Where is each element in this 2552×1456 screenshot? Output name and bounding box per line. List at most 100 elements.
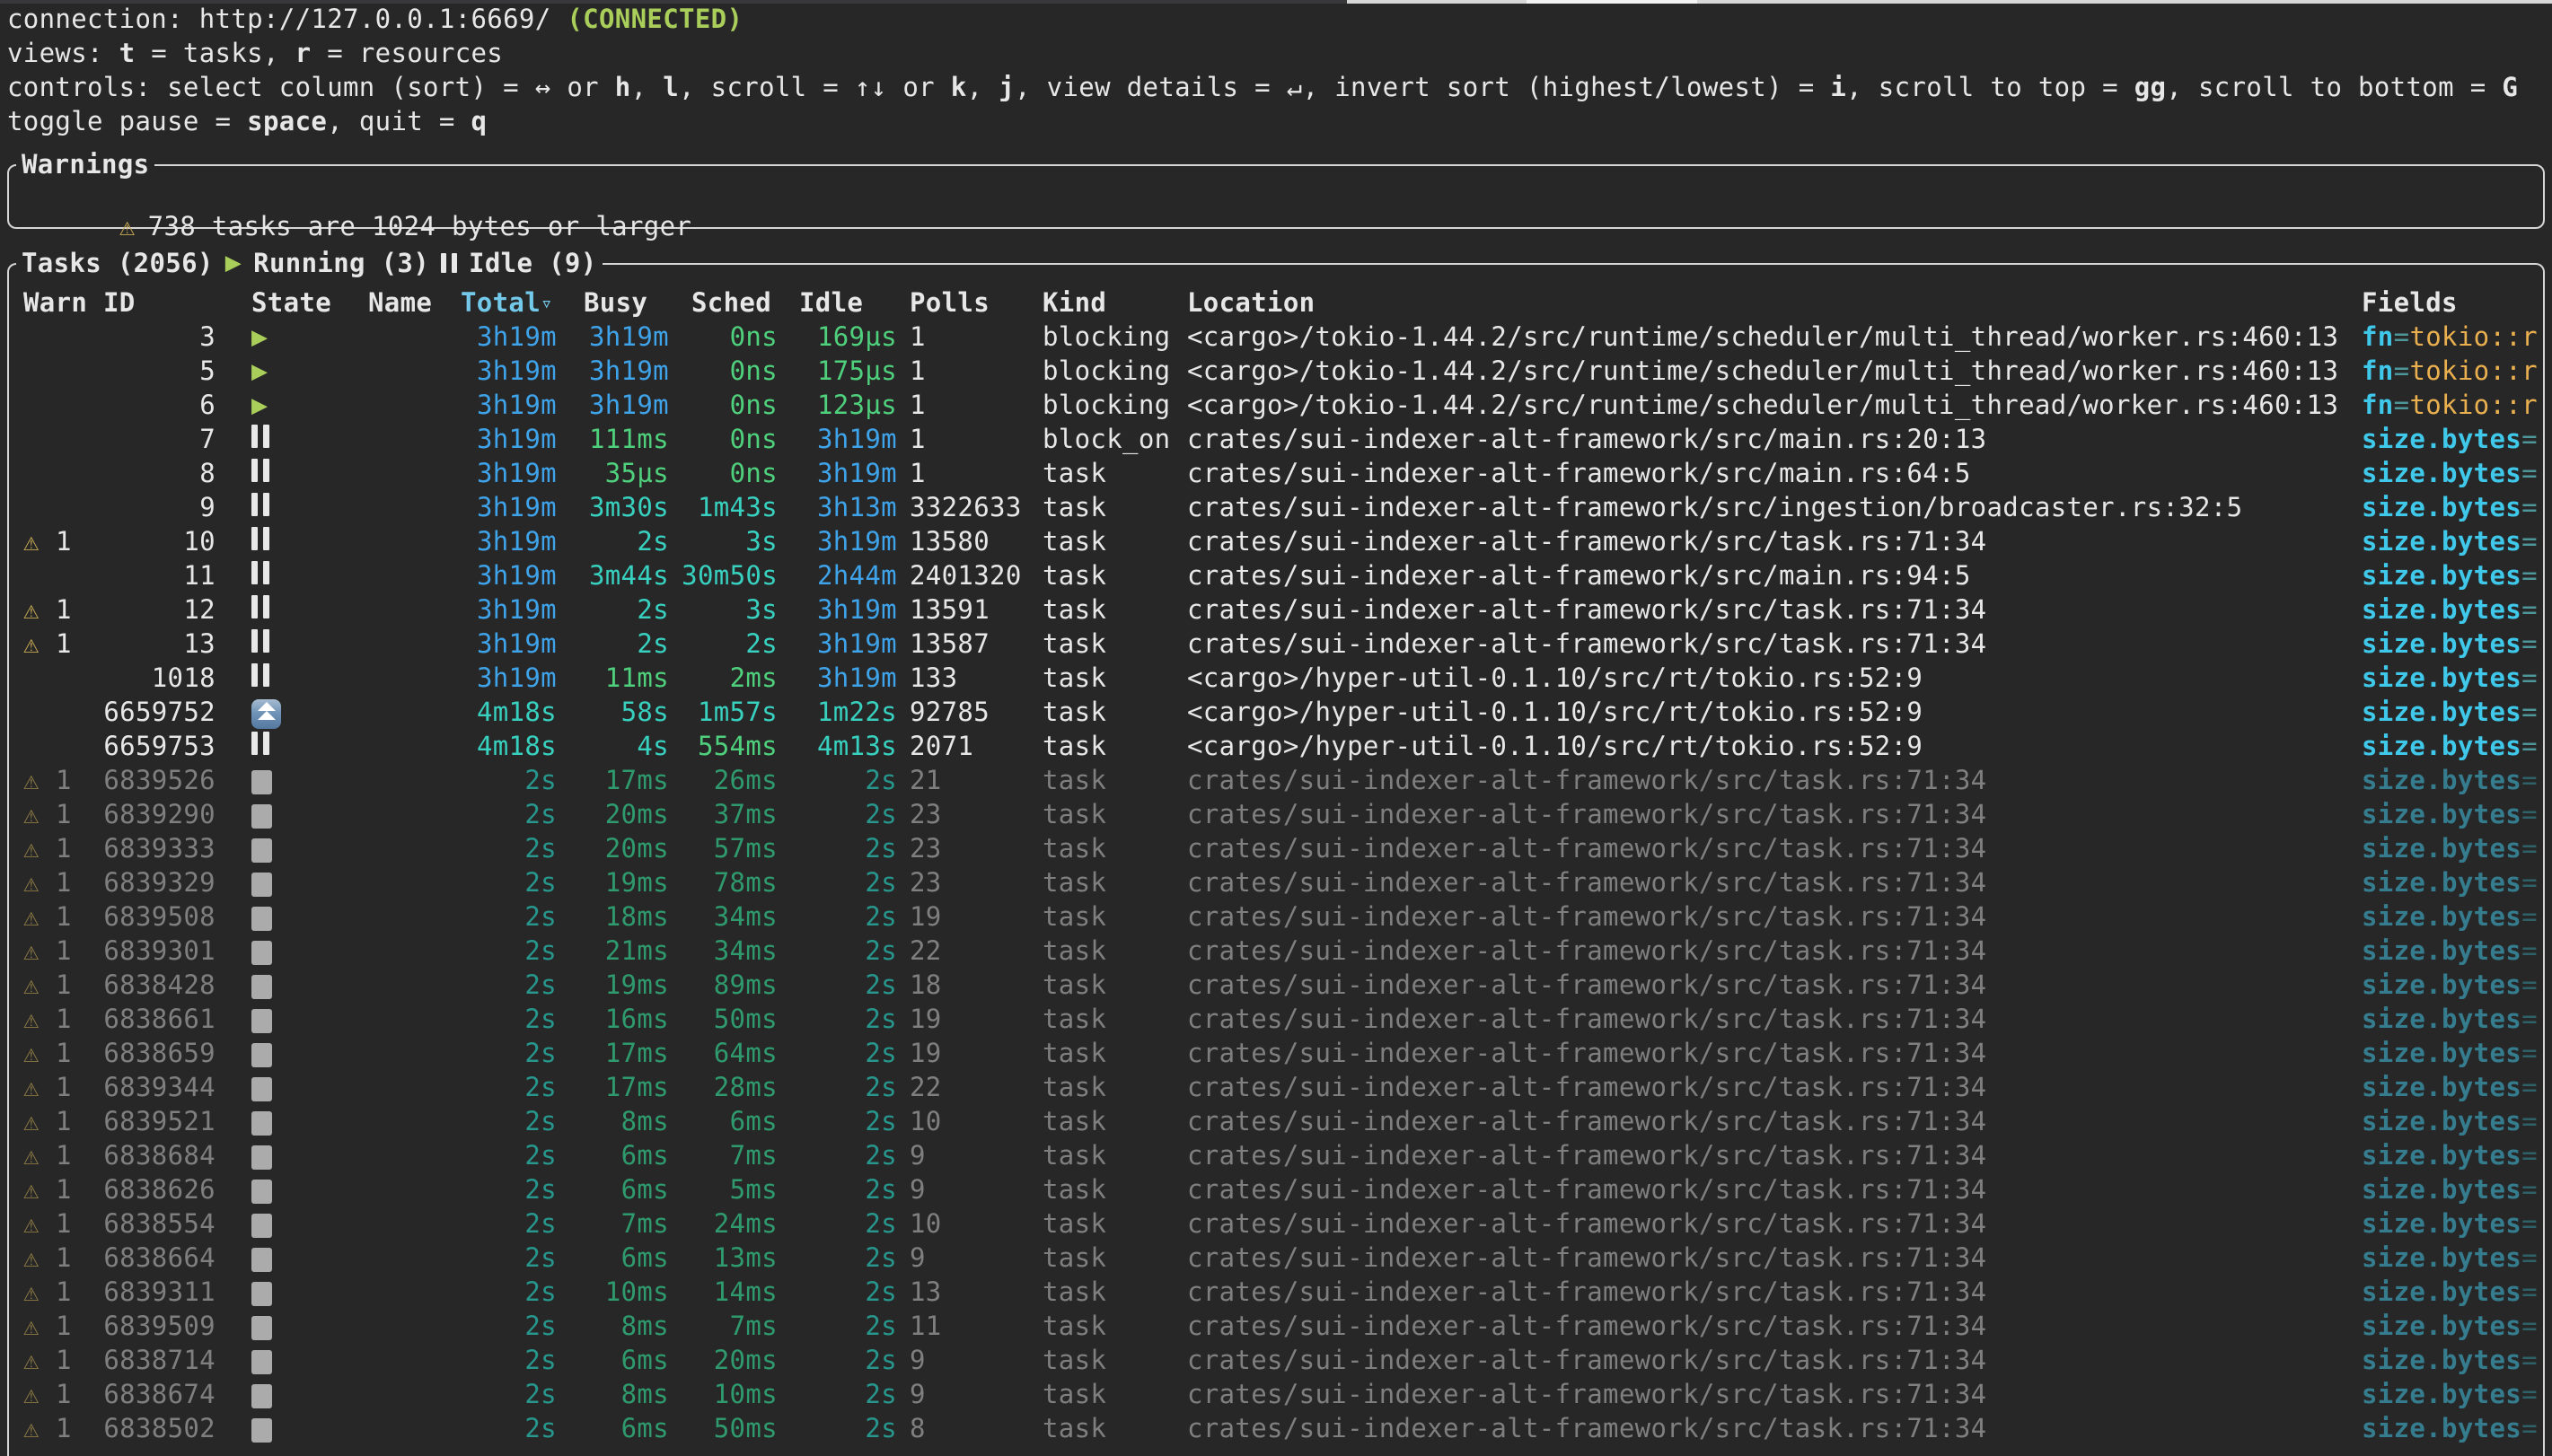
table-row[interactable]: 10183h19m11ms2ms3h19m133task<cargo>/hype… bbox=[9, 661, 2543, 695]
column-header-total[interactable]: Total▿ bbox=[461, 285, 553, 321]
cell-warn-count: 1 bbox=[56, 1411, 72, 1445]
cell-id: 6659753 bbox=[72, 729, 216, 763]
cell-location: <cargo>/tokio-1.44.2/src/runtime/schedul… bbox=[1187, 388, 2338, 422]
cell-location: <cargo>/tokio-1.44.2/src/runtime/schedul… bbox=[1187, 320, 2338, 354]
field-equals: = bbox=[2521, 1345, 2538, 1375]
field-equals: = bbox=[2521, 697, 2538, 727]
table-row[interactable]: 73h19m111ms0ns3h19m1block_oncrates/sui-i… bbox=[9, 422, 2543, 456]
warn-triangle-icon: ⚠ bbox=[23, 1377, 40, 1411]
cell-idle: 169µs bbox=[790, 320, 897, 354]
table-row[interactable]: ⚠168386592s17ms64ms2s19taskcrates/sui-in… bbox=[9, 1036, 2543, 1070]
table-row[interactable]: 83h19m35µs0ns3h19m1taskcrates/sui-indexe… bbox=[9, 456, 2543, 490]
table-row[interactable]: ⚠1123h19m2s3s3h19m13591taskcrates/sui-in… bbox=[9, 592, 2543, 627]
table-row[interactable]: ⚠1103h19m2s3s3h19m13580taskcrates/sui-in… bbox=[9, 524, 2543, 558]
state-idle-icon bbox=[251, 459, 269, 482]
cell-polls: 19 bbox=[910, 1036, 942, 1070]
table-row[interactable]: ⚠168387142s6ms20ms2s9taskcrates/sui-inde… bbox=[9, 1343, 2543, 1377]
cell-id: 6839333 bbox=[72, 831, 216, 865]
table-row[interactable]: ⚠168386262s6ms5ms2s9taskcrates/sui-index… bbox=[9, 1172, 2543, 1206]
help-line-3: toggle pause = space, quit = q bbox=[7, 104, 2518, 138]
table-row[interactable]: 66597524m18s58s1m57s1m22s92785task<cargo… bbox=[9, 695, 2543, 729]
table-row[interactable]: ⚠168386612s16ms50ms2s19taskcrates/sui-in… bbox=[9, 1002, 2543, 1036]
column-header-id[interactable]: ID bbox=[103, 285, 136, 320]
cell-busy: 3m44s bbox=[566, 558, 669, 592]
key-hint: q bbox=[471, 106, 488, 136]
cell-location: crates/sui-indexer-alt-framework/src/tas… bbox=[1187, 627, 1986, 661]
table-row[interactable]: 5▶3h19m3h19m0ns175µs1blocking<cargo>/tok… bbox=[9, 354, 2543, 388]
table-row[interactable]: 3▶3h19m3h19m0ns169µs1blocking<cargo>/tok… bbox=[9, 320, 2543, 354]
table-row[interactable]: 93h19m3m30s1m43s3h13m3322633taskcrates/s… bbox=[9, 490, 2543, 524]
table-row[interactable]: ⚠168385542s7ms24ms2s10taskcrates/sui-ind… bbox=[9, 1206, 2543, 1241]
cell-polls: 1 bbox=[910, 456, 926, 490]
table-row[interactable]: ⚠168395262s17ms26ms2s21taskcrates/sui-in… bbox=[9, 763, 2543, 797]
cell-idle: 2s bbox=[790, 1241, 897, 1275]
column-header-polls[interactable]: Polls bbox=[910, 285, 990, 320]
table-row[interactable]: ⚠168385022s6ms50ms2s8taskcrates/sui-inde… bbox=[9, 1411, 2543, 1445]
cell-total: 2s bbox=[431, 797, 557, 831]
column-header-sched[interactable]: Sched bbox=[691, 285, 771, 320]
cell-state bbox=[251, 797, 272, 831]
state-completed-icon bbox=[251, 770, 272, 794]
cell-idle: 2s bbox=[790, 1002, 897, 1036]
cell-location: crates/sui-indexer-alt-framework/src/tas… bbox=[1187, 1104, 1986, 1138]
table-row[interactable]: 113h19m3m44s30m50s2h44m2401320taskcrates… bbox=[9, 558, 2543, 592]
table-row[interactable]: ⚠168386642s6ms13ms2s9taskcrates/sui-inde… bbox=[9, 1241, 2543, 1275]
cell-location: crates/sui-indexer-alt-framework/src/mai… bbox=[1187, 456, 1971, 490]
table-row[interactable]: ⚠168393112s10ms14ms2s13taskcrates/sui-in… bbox=[9, 1275, 2543, 1309]
warn-triangle-icon: ⚠ bbox=[23, 934, 40, 968]
table-row[interactable]: ⚠168393292s19ms78ms2s23taskcrates/sui-in… bbox=[9, 865, 2543, 899]
cell-total: 3h19m bbox=[431, 558, 557, 592]
table-row[interactable]: ⚠168395092s8ms7ms2s11taskcrates/sui-inde… bbox=[9, 1309, 2543, 1343]
column-header-kind[interactable]: Kind bbox=[1043, 285, 1106, 320]
column-header-fields[interactable]: Fields bbox=[2362, 285, 2458, 320]
table-row[interactable]: ⚠168393332s20ms57ms2s23taskcrates/sui-in… bbox=[9, 831, 2543, 865]
cell-polls: 9 bbox=[910, 1377, 926, 1411]
cell-id: 8 bbox=[72, 456, 216, 490]
table-row[interactable]: ⚠168392902s20ms37ms2s23taskcrates/sui-in… bbox=[9, 797, 2543, 831]
cell-polls: 2401320 bbox=[910, 558, 1022, 592]
cell-location: crates/sui-indexer-alt-framework/src/tas… bbox=[1187, 1309, 1986, 1343]
cell-fields: size.bytes= bbox=[2362, 934, 2538, 968]
state-completed-icon bbox=[251, 1248, 272, 1272]
table-row[interactable]: ⚠168395082s18ms34ms2s19taskcrates/sui-in… bbox=[9, 899, 2543, 934]
table-row[interactable]: ⚠168395212s8ms6ms2s10taskcrates/sui-inde… bbox=[9, 1104, 2543, 1138]
column-header-warn[interactable]: Warn bbox=[23, 285, 87, 320]
cell-sched: 30m50s bbox=[669, 558, 778, 592]
state-completed-icon bbox=[251, 1418, 272, 1443]
cell-state bbox=[251, 865, 272, 899]
cell-fields: size.bytes= bbox=[2362, 729, 2538, 763]
cell-total: 3h19m bbox=[431, 524, 557, 558]
cell-polls: 13 bbox=[910, 1275, 942, 1309]
table-row[interactable]: ⚠168384282s19ms89ms2s18taskcrates/sui-in… bbox=[9, 968, 2543, 1002]
field-key: size.bytes bbox=[2362, 1276, 2521, 1307]
column-header-location[interactable]: Location bbox=[1187, 285, 1315, 320]
field-equals: = bbox=[2521, 765, 2538, 795]
table-row[interactable]: 66597534m18s4s554ms4m13s2071task<cargo>/… bbox=[9, 729, 2543, 763]
cell-total: 2s bbox=[431, 968, 557, 1002]
table-row[interactable]: ⚠168393442s17ms28ms2s22taskcrates/sui-in… bbox=[9, 1070, 2543, 1104]
column-header-busy[interactable]: Busy bbox=[584, 285, 647, 320]
cell-fields: fn=tokio::r bbox=[2362, 320, 2538, 354]
cell-busy: 6ms bbox=[566, 1138, 669, 1172]
cell-id: 6839509 bbox=[72, 1309, 216, 1343]
table-row[interactable]: 6▶3h19m3h19m0ns123µs1blocking<cargo>/tok… bbox=[9, 388, 2543, 422]
cell-fields: fn=tokio::r bbox=[2362, 354, 2538, 388]
field-key: size.bytes bbox=[2362, 1038, 2521, 1068]
cell-id: 6838554 bbox=[72, 1206, 216, 1241]
column-header-idle[interactable]: Idle bbox=[799, 285, 863, 320]
cell-polls: 19 bbox=[910, 1002, 942, 1036]
warn-triangle-icon: ⚠ bbox=[23, 1036, 40, 1070]
cell-sched: 1m57s bbox=[669, 695, 778, 729]
table-row[interactable]: ⚠168393012s21ms34ms2s22taskcrates/sui-in… bbox=[9, 934, 2543, 968]
cell-polls: 1 bbox=[910, 354, 926, 388]
table-row[interactable]: ⚠168386842s6ms7ms2s9taskcrates/sui-index… bbox=[9, 1138, 2543, 1172]
column-header-state[interactable]: State bbox=[251, 285, 331, 320]
cell-idle: 3h19m bbox=[790, 524, 897, 558]
state-idle-icon bbox=[251, 663, 269, 687]
cell-idle: 2s bbox=[790, 968, 897, 1002]
table-row[interactable]: ⚠1133h19m2s2s3h19m13587taskcrates/sui-in… bbox=[9, 627, 2543, 661]
column-header-name[interactable]: Name bbox=[368, 285, 432, 320]
table-row[interactable]: ⚠168386742s8ms10ms2s9taskcrates/sui-inde… bbox=[9, 1377, 2543, 1411]
cell-total: 3h19m bbox=[431, 354, 557, 388]
cell-busy: 8ms bbox=[566, 1309, 669, 1343]
